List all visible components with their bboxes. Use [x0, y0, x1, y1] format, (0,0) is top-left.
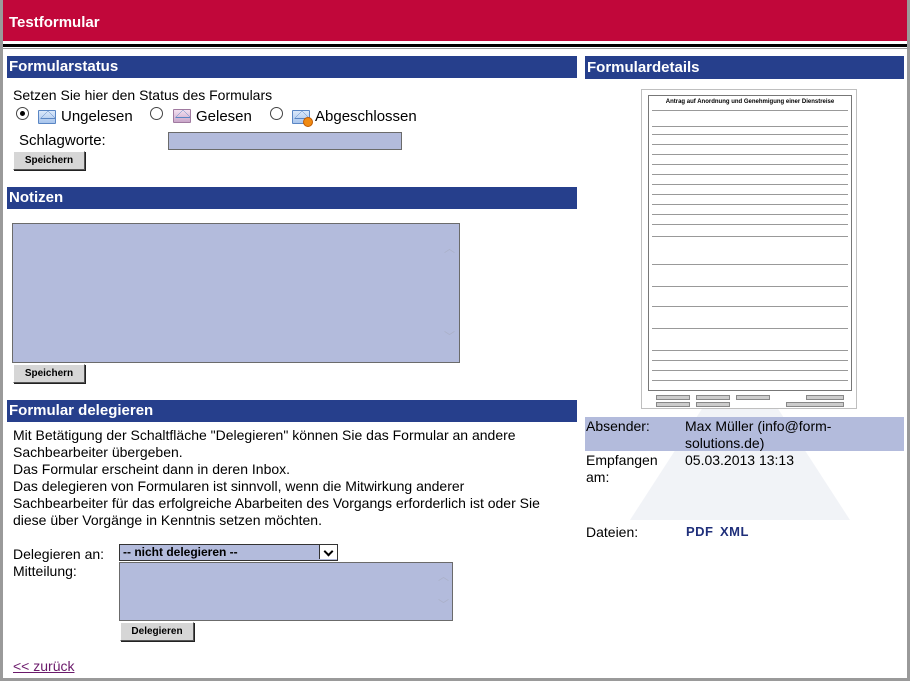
- delegate-to-selected: -- nicht delegieren --: [123, 545, 238, 559]
- envelope-closed-icon: [38, 110, 56, 124]
- scroll-down-icon[interactable]: ﹀: [438, 600, 449, 611]
- delegate-description-line-6: diese über Vorgänge in Kenntnis setzen m…: [13, 512, 322, 528]
- delegate-description-line-1: Mit Betätigung der Schaltfläche "Delegie…: [13, 427, 516, 443]
- radio-ungelesen-label: Ungelesen: [61, 108, 133, 125]
- received-label-line-2: am:: [586, 469, 610, 485]
- delegate-section-header: Formular delegieren: [7, 400, 577, 422]
- delegate-message-textarea[interactable]: ︿ ﹀: [119, 562, 453, 621]
- received-label-line-1: Empfangen: [586, 452, 658, 468]
- radio-gelesen-label: Gelesen: [196, 108, 252, 125]
- delegate-description-line-3: Das Formular erscheint dann in deren Inb…: [13, 461, 291, 477]
- status-save-button[interactable]: Speichern: [13, 151, 85, 170]
- status-section-header: Formularstatus: [7, 56, 577, 78]
- delegate-button[interactable]: Delegieren: [120, 622, 194, 641]
- delegate-to-label: Delegieren an:: [13, 546, 105, 562]
- scroll-up-icon[interactable]: ︿: [444, 244, 455, 255]
- radio-abgeschlossen-label: Abgeschlossen: [315, 108, 417, 125]
- message-scrollbar[interactable]: ︿ ﹀: [435, 564, 451, 619]
- received-value: 05.03.2013 13:13: [685, 452, 794, 468]
- radio-gelesen[interactable]: [150, 107, 163, 120]
- delegate-to-select[interactable]: -- nicht delegieren --: [119, 544, 338, 561]
- form-thumbnail-title: Antrag auf Anordnung und Genehmigung ein…: [665, 99, 835, 105]
- back-link[interactable]: << zurück: [13, 658, 74, 674]
- files-label: Dateien:: [586, 524, 639, 540]
- keywords-label: Schlagworte:: [19, 132, 106, 149]
- pdf-file-link[interactable]: PDF: [686, 524, 714, 539]
- sender-value-line-2: solutions.de): [685, 435, 765, 451]
- delegate-description-line-2: Sachbearbeiter übergeben.: [13, 444, 183, 460]
- notes-save-button[interactable]: Speichern: [13, 364, 85, 383]
- title-divider-thin: [3, 48, 907, 49]
- envelope-done-icon: [292, 110, 313, 127]
- chevron-down-icon[interactable]: [319, 545, 337, 559]
- form-thumbnail-buttons: [656, 395, 846, 409]
- radio-abgeschlossen[interactable]: [270, 107, 283, 120]
- pdf-icon: PDF: [686, 524, 714, 539]
- scroll-up-icon[interactable]: ︿: [438, 572, 449, 583]
- radio-ungelesen[interactable]: [16, 107, 29, 120]
- xml-icon: XML: [720, 524, 749, 539]
- notes-section-header: Notizen: [7, 187, 577, 209]
- window-title: Testformular: [3, 0, 907, 41]
- details-section-header: Formulardetails: [585, 56, 904, 79]
- envelope-open-icon: [173, 109, 191, 123]
- delegate-description-line-5: Sachbearbeiter für das erfolgreiche Abar…: [13, 495, 540, 511]
- title-divider: [3, 44, 907, 47]
- scroll-down-icon[interactable]: ﹀: [444, 332, 455, 343]
- form-thumbnail[interactable]: Antrag auf Anordnung und Genehmigung ein…: [641, 89, 857, 409]
- notes-scrollbar[interactable]: ︿ ﹀: [441, 226, 457, 360]
- notes-textarea[interactable]: ︿ ﹀: [12, 223, 460, 363]
- form-thumbnail-page: Antrag auf Anordnung und Genehmigung ein…: [648, 95, 852, 391]
- sender-label: Absender:: [586, 418, 650, 434]
- status-intro-text: Setzen Sie hier den Status des Formulars: [13, 87, 273, 103]
- delegate-description-line-4: Das delegieren von Formularen ist sinnvo…: [13, 478, 465, 494]
- keywords-input[interactable]: [168, 132, 402, 150]
- delegate-message-label: Mitteilung:: [13, 563, 77, 579]
- sender-value-line-1: Max Müller (info@form-: [685, 418, 832, 434]
- xml-file-link[interactable]: XML: [720, 524, 749, 539]
